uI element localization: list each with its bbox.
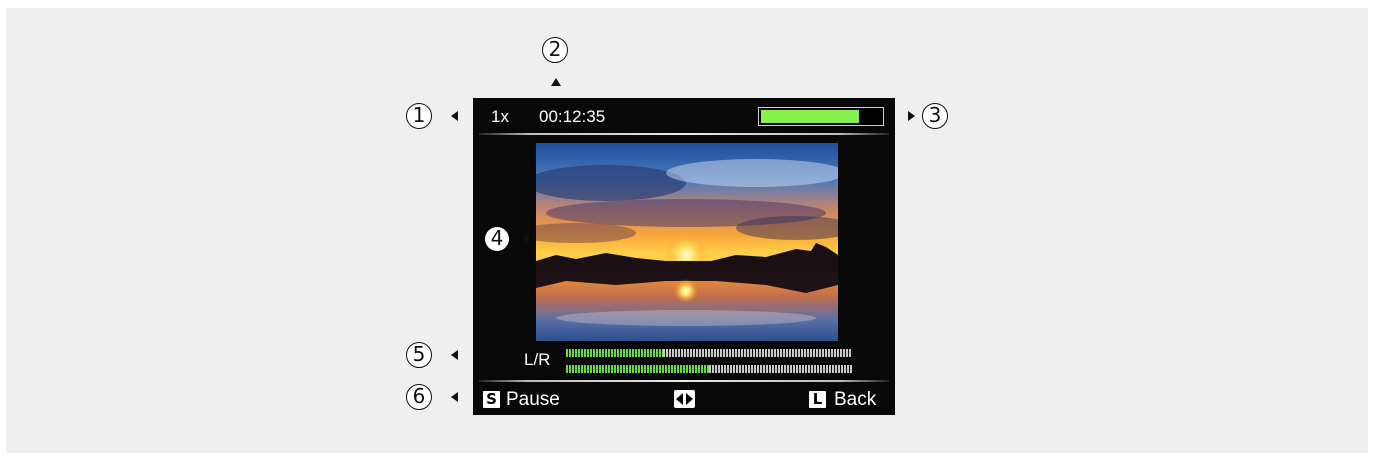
status-bar: 1x 00:12:35 <box>473 98 895 134</box>
callout-2: 2 <box>542 37 568 63</box>
callout-4: 4 <box>484 226 510 252</box>
callout-2-pointer-icon <box>551 78 561 86</box>
audio-meter-right <box>566 365 852 373</box>
camera-playback-screen: 1x 00:12:35 L/R S Pause L Back <box>473 98 895 415</box>
pause-label: Pause <box>506 389 560 410</box>
pause-key-icon[interactable]: S <box>483 391 500 408</box>
battery-level-fill <box>761 110 859 123</box>
callout-1: 1 <box>406 103 432 129</box>
audio-meter-right-unlit <box>709 365 852 373</box>
audio-channel-label: L/R <box>524 350 551 369</box>
callout-6-pointer-icon <box>451 392 458 402</box>
sunset-lake-photo <box>536 143 838 341</box>
bottom-divider <box>479 380 889 382</box>
control-bar: S Pause L Back <box>473 384 895 415</box>
top-divider <box>479 133 889 135</box>
callout-5: 5 <box>406 342 432 368</box>
callout-1-pointer-icon <box>451 111 458 121</box>
left-right-arrows-icon[interactable] <box>674 390 695 408</box>
playback-speed: 1x <box>491 107 509 126</box>
callout-6: 6 <box>406 384 432 410</box>
back-label: Back <box>834 389 877 410</box>
callout-5-pointer-icon <box>451 350 458 360</box>
battery-indicator <box>758 107 884 126</box>
callout-4-pointer-icon <box>522 233 529 243</box>
callout-3: 3 <box>922 103 948 129</box>
audio-meter-left <box>566 349 852 357</box>
back-key-icon[interactable]: L <box>809 391 826 408</box>
callout-3-pointer-icon <box>908 111 915 121</box>
timecode: 00:12:35 <box>539 107 606 126</box>
audio-meter-left-unlit <box>663 349 852 357</box>
